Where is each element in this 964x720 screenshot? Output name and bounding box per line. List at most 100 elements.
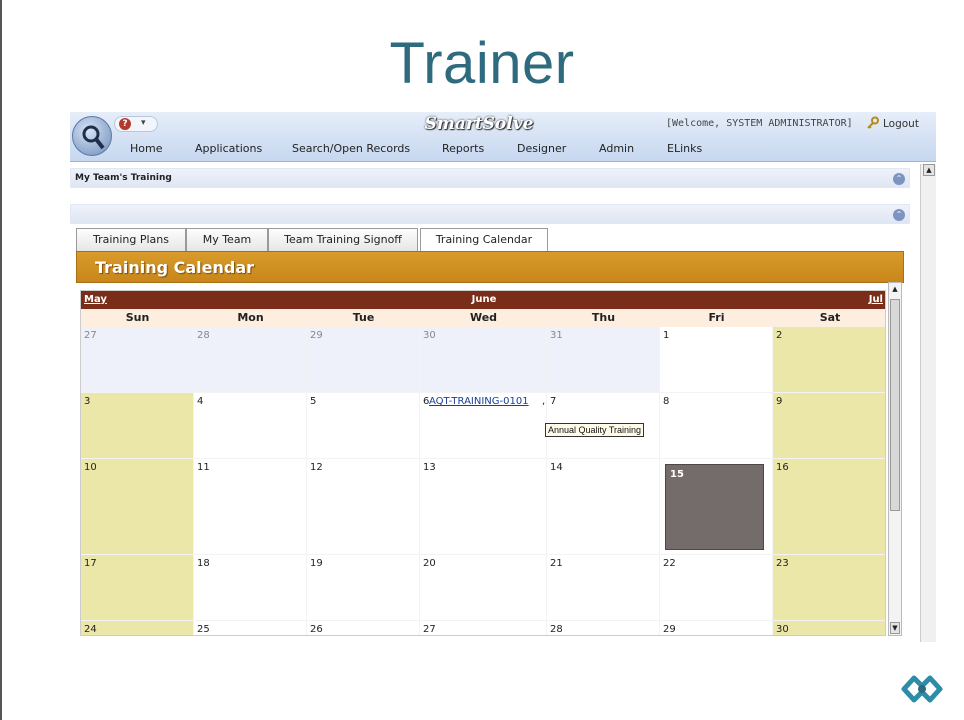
calendar-day-cell[interactable]: 29 (307, 327, 420, 393)
scroll-down-icon[interactable]: ▼ (890, 622, 900, 634)
calendar-day-cell[interactable]: 4 (194, 393, 307, 459)
day-number: 27 (423, 624, 436, 635)
collapse-icon[interactable]: ⌃ (893, 209, 905, 221)
smartsolve-app: ? ▾ SmartSolve [Welcome, SYSTEM ADMINIST… (70, 112, 936, 642)
day-number: 9 (776, 396, 783, 407)
magnifier-icon (82, 125, 105, 150)
tab-training-plans[interactable]: Training Plans (76, 228, 186, 251)
calendar-day-cell[interactable]: 30 (420, 327, 547, 393)
day-number: 4 (197, 396, 204, 407)
nav-elinks[interactable]: ELinks (667, 142, 702, 155)
calendar-day-cell[interactable]: 14 (547, 459, 660, 555)
tab-training-calendar[interactable]: Training Calendar (420, 228, 548, 253)
calendar-day-cell[interactable]: 9 (773, 393, 885, 459)
calendar-day-cell[interactable]: 27 (81, 327, 194, 393)
weekday-header: Wed (420, 309, 547, 327)
calendar-day-cell[interactable]: 30 (773, 621, 885, 635)
nav-reports[interactable]: Reports (442, 142, 484, 155)
calendar-day-cell[interactable]: 31 (547, 327, 660, 393)
day-number: 29 (310, 330, 323, 341)
day-number: 20 (423, 558, 436, 569)
calendar-day-cell[interactable]: 22 (660, 555, 773, 621)
day-number: 27 (84, 330, 97, 341)
weekday-header: Thu (547, 309, 660, 327)
calendar-day-cell[interactable]: 5 (307, 393, 420, 459)
weekday-header: Sun (81, 309, 194, 327)
calendar-day-cell[interactable]: 1 (660, 327, 773, 393)
calendar-day-cell[interactable]: 29 (660, 621, 773, 635)
calendar-day-cell[interactable]: 19 (307, 555, 420, 621)
tab-my-team[interactable]: My Team (186, 228, 268, 251)
today-highlight[interactable]: 15 (665, 464, 764, 550)
nav-designer[interactable]: Designer (517, 142, 566, 155)
training-calendar: May June Jul Sun Mon Tue Wed Thu Fri Sat 27 28 29… (80, 290, 886, 636)
calendar-day-cell[interactable]: 24 (81, 621, 194, 635)
calendar-day-cell[interactable]: 15 (660, 459, 773, 555)
welcome-text: [Welcome, SYSTEM ADMINISTRATOR] (666, 118, 853, 129)
section-title: Training Calendar (95, 258, 255, 277)
scroll-up-icon[interactable]: ▲ (923, 164, 935, 176)
day-number: 30 (423, 330, 436, 341)
calendar-day-cell[interactable]: 26 (307, 621, 420, 635)
day-number: 28 (197, 330, 210, 341)
panel-title: My Team's Training (75, 173, 172, 183)
event-separator: , (542, 396, 546, 407)
day-number: 25 (197, 624, 210, 635)
scroll-thumb[interactable] (890, 299, 900, 511)
help-icon[interactable]: ? (119, 118, 131, 130)
day-number: 22 (663, 558, 676, 569)
logout-link[interactable]: Logout (883, 118, 919, 130)
nav-admin[interactable]: Admin (599, 142, 634, 155)
calendar-day-cell[interactable]: 25 (194, 621, 307, 635)
calendar-day-cell[interactable]: 27 (420, 621, 547, 635)
calendar-day-cell[interactable]: 17 (81, 555, 194, 621)
app-logo-icon[interactable] (72, 116, 112, 156)
calendar-day-cell[interactable]: 20 (420, 555, 547, 621)
quick-access-toolbar[interactable]: ? ▾ (114, 116, 158, 132)
slide-border (0, 0, 2, 720)
day-number: 2 (776, 330, 783, 341)
weekday-header: Fri (660, 309, 773, 327)
next-month-link[interactable]: Jul (869, 294, 883, 305)
nav-search-open-records[interactable]: Search/Open Records (292, 142, 410, 155)
day-number: 17 (84, 558, 97, 569)
calendar-day-cell[interactable]: 21 (547, 555, 660, 621)
calendar-day-cell[interactable]: 2 (773, 327, 885, 393)
calendar-day-cell[interactable]: 23 (773, 555, 885, 621)
calendar-day-cell[interactable]: 8 (660, 393, 773, 459)
day-number: 10 (84, 462, 97, 473)
training-panel: ⌃ (70, 204, 910, 224)
event-tooltip: Annual Quality Training (545, 423, 645, 437)
calendar-day-cell[interactable]: 3 (81, 393, 194, 459)
toolbar-dropdown-icon[interactable]: ▾ (141, 118, 146, 128)
calendar-day-cell[interactable]: 28 (547, 621, 660, 635)
event-link[interactable]: AQT-TRAINING-0101 (429, 396, 529, 407)
app-header: ? ▾ SmartSolve [Welcome, SYSTEM ADMINIST… (70, 112, 936, 162)
day-number: 8 (663, 396, 670, 407)
day-number: 13 (423, 462, 436, 473)
day-number: 18 (197, 558, 210, 569)
calendar-day-cell[interactable]: 11 (194, 459, 307, 555)
tab-team-training-signoff[interactable]: Team Training Signoff (268, 228, 418, 251)
calendar-day-cell[interactable]: 13 (420, 459, 547, 555)
weekday-header: Sat (773, 309, 885, 327)
brand-logo: SmartSolve (424, 114, 534, 134)
slide-title: Trainer (389, 31, 575, 96)
day-number: 14 (550, 462, 563, 473)
calendar-day-cell[interactable]: 10 (81, 459, 194, 555)
day-number: 5 (310, 396, 317, 407)
current-month: June (471, 294, 497, 305)
company-logo-icon (901, 675, 943, 703)
page-scrollbar[interactable]: ▲ (920, 164, 936, 642)
calendar-day-cell[interactable]: 12 (307, 459, 420, 555)
calendar-day-cell[interactable]: 16 (773, 459, 885, 555)
calendar-day-cell[interactable]: 28 (194, 327, 307, 393)
nav-applications[interactable]: Applications (195, 142, 262, 155)
nav-home[interactable]: Home (130, 142, 162, 155)
collapse-icon[interactable]: ⌃ (893, 173, 905, 185)
key-icon[interactable] (866, 116, 880, 130)
scroll-up-icon[interactable]: ▲ (890, 284, 900, 296)
calendar-scrollbar[interactable]: ▲ ▼ (888, 282, 902, 636)
day-number: 30 (776, 624, 789, 635)
calendar-day-cell[interactable]: 18 (194, 555, 307, 621)
